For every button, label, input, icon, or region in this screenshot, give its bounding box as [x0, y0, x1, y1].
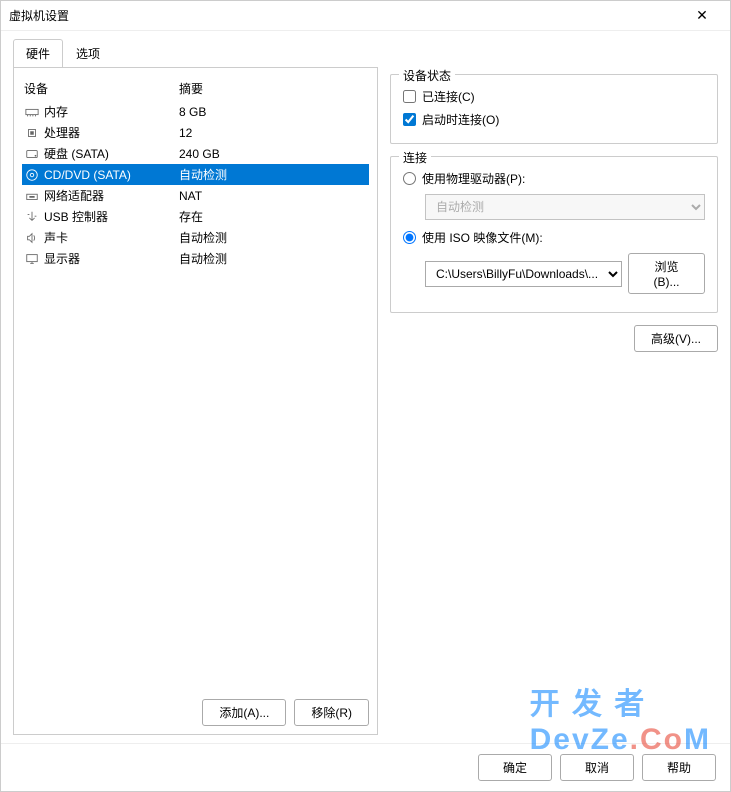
hw-row-cd[interactable]: CD/DVD (SATA) 自动检测 — [22, 164, 369, 185]
col-summary-header: 摘要 — [179, 80, 367, 97]
net-icon — [24, 188, 40, 204]
cd-icon — [24, 167, 40, 183]
disk-icon — [24, 146, 40, 162]
cpu-icon — [24, 125, 40, 141]
hw-buttons: 添加(A)... 移除(R) — [22, 699, 369, 726]
hw-name: 显示器 — [44, 250, 80, 267]
hw-name: 处理器 — [44, 124, 80, 141]
tab-hardware[interactable]: 硬件 — [13, 39, 63, 68]
hw-row-sound[interactable]: 声卡 自动检测 — [22, 227, 369, 248]
memory-icon — [24, 104, 40, 120]
add-hardware-button[interactable]: 添加(A)... — [202, 699, 286, 726]
close-button[interactable]: ✕ — [682, 2, 722, 30]
use-physical-label: 使用物理驱动器(P): — [422, 170, 525, 187]
hw-name: USB 控制器 — [44, 208, 108, 225]
use-iso-label: 使用 ISO 映像文件(M): — [422, 229, 543, 246]
window-title: 虚拟机设置 — [9, 7, 682, 24]
cancel-button[interactable]: 取消 — [560, 754, 634, 781]
advanced-row: 高级(V)... — [390, 325, 718, 352]
iso-path-select[interactable]: C:\Users\BillyFu\Downloads\... — [425, 261, 622, 287]
hw-row-cpu[interactable]: 处理器 12 — [22, 122, 369, 143]
details-panel: 设备状态 已连接(C) 启动时连接(O) 连接 使用物理驱动器(P): — [390, 68, 718, 735]
hw-name: 网络适配器 — [44, 187, 104, 204]
hw-row-display[interactable]: 显示器 自动检测 — [22, 248, 369, 269]
physical-drive-sub: 自动检测 — [425, 194, 705, 220]
use-physical-radio[interactable] — [403, 172, 416, 185]
sound-icon — [24, 230, 40, 246]
tab-options[interactable]: 选项 — [63, 39, 113, 68]
hw-row-net[interactable]: 网络适配器 NAT — [22, 185, 369, 206]
hw-summary: 8 GB — [179, 105, 367, 119]
hw-summary: 自动检测 — [179, 166, 367, 183]
connection-legend: 连接 — [399, 149, 431, 166]
hw-name: CD/DVD (SATA) — [44, 168, 131, 182]
physical-drive-select: 自动检测 — [425, 194, 705, 220]
hardware-table: 设备 摘要 内存 8 GB 处理器 12 硬盘 (SATA) 240 GB CD/DVD (… — [22, 76, 369, 691]
hw-summary: 自动检测 — [179, 250, 367, 267]
connected-checkbox-row[interactable]: 已连接(C) — [403, 85, 705, 108]
device-state-legend: 设备状态 — [399, 67, 455, 84]
use-iso-radio-row[interactable]: 使用 ISO 映像文件(M): — [403, 226, 705, 249]
help-button[interactable]: 帮助 — [642, 754, 716, 781]
connected-checkbox[interactable] — [403, 90, 416, 103]
dialog-footer: 确定 取消 帮助 — [1, 743, 730, 791]
connect-on-start-label: 启动时连接(O) — [422, 111, 499, 128]
use-physical-radio-row[interactable]: 使用物理驱动器(P): — [403, 167, 705, 190]
iso-path-sub: C:\Users\BillyFu\Downloads\... 浏览(B)... — [425, 253, 705, 294]
remove-hardware-button[interactable]: 移除(R) — [294, 699, 369, 726]
hw-header: 设备 摘要 — [22, 76, 369, 101]
ok-button[interactable]: 确定 — [478, 754, 552, 781]
advanced-button[interactable]: 高级(V)... — [634, 325, 718, 352]
use-iso-radio[interactable] — [403, 231, 416, 244]
titlebar: 虚拟机设置 ✕ — [1, 1, 730, 31]
hw-row-memory[interactable]: 内存 8 GB — [22, 101, 369, 122]
connected-label: 已连接(C) — [422, 88, 475, 105]
hw-name: 硬盘 (SATA) — [44, 145, 109, 162]
hw-summary: NAT — [179, 189, 367, 203]
display-icon — [24, 251, 40, 267]
hw-summary: 自动检测 — [179, 229, 367, 246]
usb-icon — [24, 209, 40, 225]
hardware-panel: 设备 摘要 内存 8 GB 处理器 12 硬盘 (SATA) 240 GB CD/DVD (… — [13, 67, 378, 735]
hw-summary: 存在 — [179, 208, 367, 225]
connect-on-start-row[interactable]: 启动时连接(O) — [403, 108, 705, 131]
vm-settings-dialog: 虚拟机设置 ✕ 硬件 选项 设备 摘要 内存 8 GB 处理器 12 硬盘 (SATA)… — [0, 0, 731, 792]
content-area: 设备 摘要 内存 8 GB 处理器 12 硬盘 (SATA) 240 GB CD/DVD (… — [1, 68, 730, 743]
hw-row-disk[interactable]: 硬盘 (SATA) 240 GB — [22, 143, 369, 164]
hw-summary: 240 GB — [179, 147, 367, 161]
hw-name: 声卡 — [44, 229, 68, 246]
col-device-header: 设备 — [24, 80, 179, 97]
hw-summary: 12 — [179, 126, 367, 140]
browse-button[interactable]: 浏览(B)... — [628, 253, 705, 294]
tabs-bar: 硬件 选项 — [1, 31, 730, 68]
connection-fieldset: 连接 使用物理驱动器(P): 自动检测 使用 ISO 映像文件(M): C: — [390, 156, 718, 313]
hw-row-usb[interactable]: USB 控制器 存在 — [22, 206, 369, 227]
hw-name: 内存 — [44, 103, 68, 120]
device-state-fieldset: 设备状态 已连接(C) 启动时连接(O) — [390, 74, 718, 144]
connect-on-start-checkbox[interactable] — [403, 113, 416, 126]
